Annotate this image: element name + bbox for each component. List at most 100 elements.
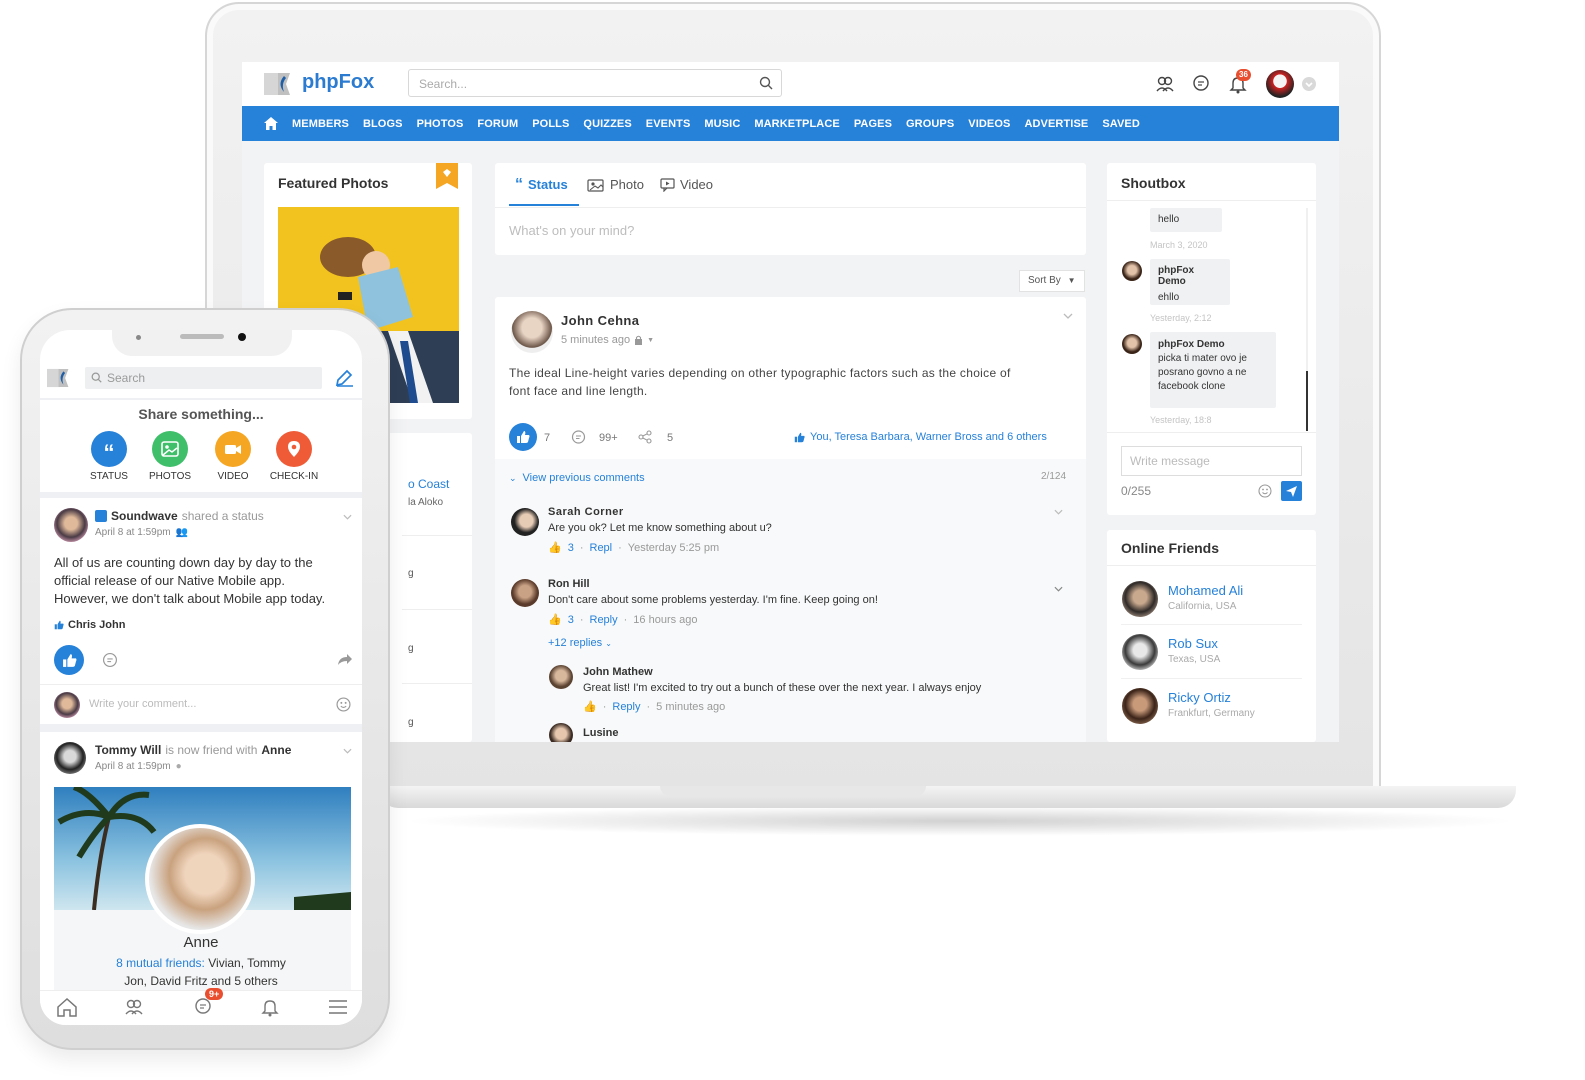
comment-icon[interactable] [571, 430, 586, 444]
commenter-avatar[interactable] [54, 692, 80, 718]
status-quick-button[interactable]: “ [91, 431, 127, 467]
search-icon[interactable] [759, 76, 773, 90]
notification-bell-icon[interactable] [260, 997, 280, 1017]
comment-avatar[interactable] [511, 579, 539, 607]
phpfox-logo-icon[interactable] [47, 367, 75, 389]
mutual-friends-link[interactable]: 8 mutual friends: [116, 956, 205, 970]
liked-by[interactable]: You, Teresa Barbara, Warner Bross and 6 … [794, 431, 1047, 443]
nav-videos[interactable]: VIDEOS [968, 118, 1010, 130]
post-liked-by[interactable]: Chris John [54, 619, 125, 631]
shoutbox-scrollbar-thumb[interactable] [1306, 371, 1308, 431]
globe-icon[interactable]: ● [176, 761, 182, 772]
home-icon[interactable] [56, 997, 78, 1017]
friends-privacy-icon[interactable]: 👥 [176, 527, 188, 538]
comment-author[interactable]: Sarah Corner [548, 506, 624, 518]
view-previous-comments[interactable]: ⌄ View previous comments [509, 472, 645, 484]
reply-author[interactable]: Lusine [583, 727, 618, 739]
send-button[interactable] [1281, 481, 1302, 501]
like-button[interactable] [509, 423, 537, 451]
nav-photos[interactable]: PHOTOS [417, 118, 464, 130]
nav-advertise[interactable]: ADVERTISE [1024, 118, 1088, 130]
nav-events[interactable]: EVENTS [646, 118, 691, 130]
reply-author[interactable]: John Mathew [583, 666, 653, 678]
comment-options-chevron-icon[interactable] [1054, 586, 1063, 592]
nav-members[interactable]: MEMBERS [292, 118, 349, 130]
like-button[interactable] [54, 645, 84, 675]
status-input[interactable]: What's on your mind? [509, 223, 634, 238]
check-in-quick-button[interactable] [276, 431, 312, 467]
comment-options-chevron-icon[interactable] [1054, 509, 1063, 515]
friend-card-name[interactable]: Anne [40, 934, 362, 951]
friends-icon[interactable] [1155, 74, 1175, 94]
brand-name[interactable]: phpFox [302, 71, 374, 94]
shout-avatar[interactable] [1122, 261, 1142, 281]
post-author-avatar[interactable] [54, 508, 88, 542]
post-author-avatar[interactable] [511, 311, 553, 353]
post-options-chevron-icon[interactable] [343, 748, 352, 754]
comment-reply-link[interactable]: Reply [590, 614, 618, 626]
chat-icon[interactable] [192, 997, 214, 1017]
tab-status[interactable]: “ Status [515, 176, 568, 192]
status-quick-label[interactable]: STATUS [79, 471, 139, 482]
lock-icon[interactable] [634, 335, 643, 345]
post-author-name[interactable]: Tommy Will [95, 743, 161, 757]
shout-author[interactable]: phpFox Demo [1158, 265, 1222, 287]
check-in-quick-label[interactable]: CHECK-IN [264, 471, 324, 482]
reply-like-icon[interactable]: 👍 [583, 700, 597, 713]
tab-video[interactable]: Video [660, 177, 713, 192]
comment-icon[interactable] [102, 652, 118, 668]
menu-icon[interactable] [328, 999, 348, 1015]
user-avatar[interactable] [1266, 70, 1294, 98]
view-replies-link[interactable]: +12 replies ⌄ [548, 637, 612, 649]
post-friend-name[interactable]: Anne [261, 743, 291, 757]
shout-author[interactable]: phpFox Demo [1158, 338, 1268, 352]
comment-author[interactable]: Ron Hill [548, 578, 590, 590]
post-options-chevron-icon[interactable] [1063, 313, 1073, 319]
compose-icon[interactable] [335, 369, 354, 387]
comment-avatar[interactable] [511, 508, 539, 536]
shoutbox-message-input[interactable]: Write message [1121, 446, 1302, 476]
friend-profile-photo[interactable] [145, 824, 255, 934]
friend-name[interactable]: Rob Sux [1168, 636, 1218, 651]
nav-forum[interactable]: FORUM [477, 118, 518, 130]
video-quick-button[interactable] [215, 431, 251, 467]
share-arrow-icon[interactable] [337, 653, 353, 666]
nav-blogs[interactable]: BLOGS [363, 118, 403, 130]
share-icon[interactable] [638, 430, 652, 444]
emoji-icon[interactable] [336, 697, 351, 712]
friend-name[interactable]: Mohamed Ali [1168, 583, 1243, 598]
nav-saved[interactable]: SAVED [1102, 118, 1140, 130]
nav-music[interactable]: MUSIC [704, 118, 740, 130]
phpfox-logo-icon[interactable] [264, 71, 298, 97]
account-dropdown-icon[interactable] [1302, 77, 1316, 91]
emoji-icon[interactable] [1258, 484, 1272, 498]
friend-avatar[interactable] [1122, 688, 1158, 724]
comment-like-icon[interactable]: 👍 [548, 613, 562, 626]
photos-quick-label[interactable]: PHOTOS [140, 471, 200, 482]
tab-photo[interactable]: Photo [587, 177, 644, 192]
partial-coast-link[interactable]: o Coast [408, 477, 449, 491]
comment-input[interactable]: Write your comment... [89, 698, 196, 710]
nav-groups[interactable]: GROUPS [906, 118, 954, 130]
friend-avatar[interactable] [1122, 634, 1158, 670]
search-input[interactable]: Search... [408, 69, 782, 97]
post-author-name[interactable]: Soundwave [111, 509, 178, 523]
friend-avatar[interactable] [1122, 581, 1158, 617]
reply-avatar[interactable] [549, 723, 573, 742]
nav-marketplace[interactable]: MARKETPLACE [754, 118, 839, 130]
post-options-chevron-icon[interactable] [343, 514, 352, 520]
post-author-name[interactable]: John Cehna [561, 313, 639, 328]
home-icon[interactable] [264, 117, 278, 130]
reply-reply-link[interactable]: Reply [612, 701, 640, 713]
privacy-caret-icon[interactable]: ▼ [647, 337, 654, 344]
reply-avatar[interactable] [549, 665, 573, 689]
friends-icon[interactable] [123, 997, 145, 1017]
comment-like-icon[interactable]: 👍 [548, 541, 562, 554]
sort-by-dropdown[interactable]: Sort By ▼ [1019, 270, 1085, 292]
post-author-avatar[interactable] [54, 742, 86, 774]
shout-avatar[interactable] [1122, 334, 1142, 354]
nav-quizzes[interactable]: QUIZZES [583, 118, 631, 130]
phone-search-input[interactable]: Search [85, 367, 322, 389]
messages-icon[interactable] [1191, 74, 1211, 94]
friend-name[interactable]: Ricky Ortiz [1168, 690, 1231, 705]
